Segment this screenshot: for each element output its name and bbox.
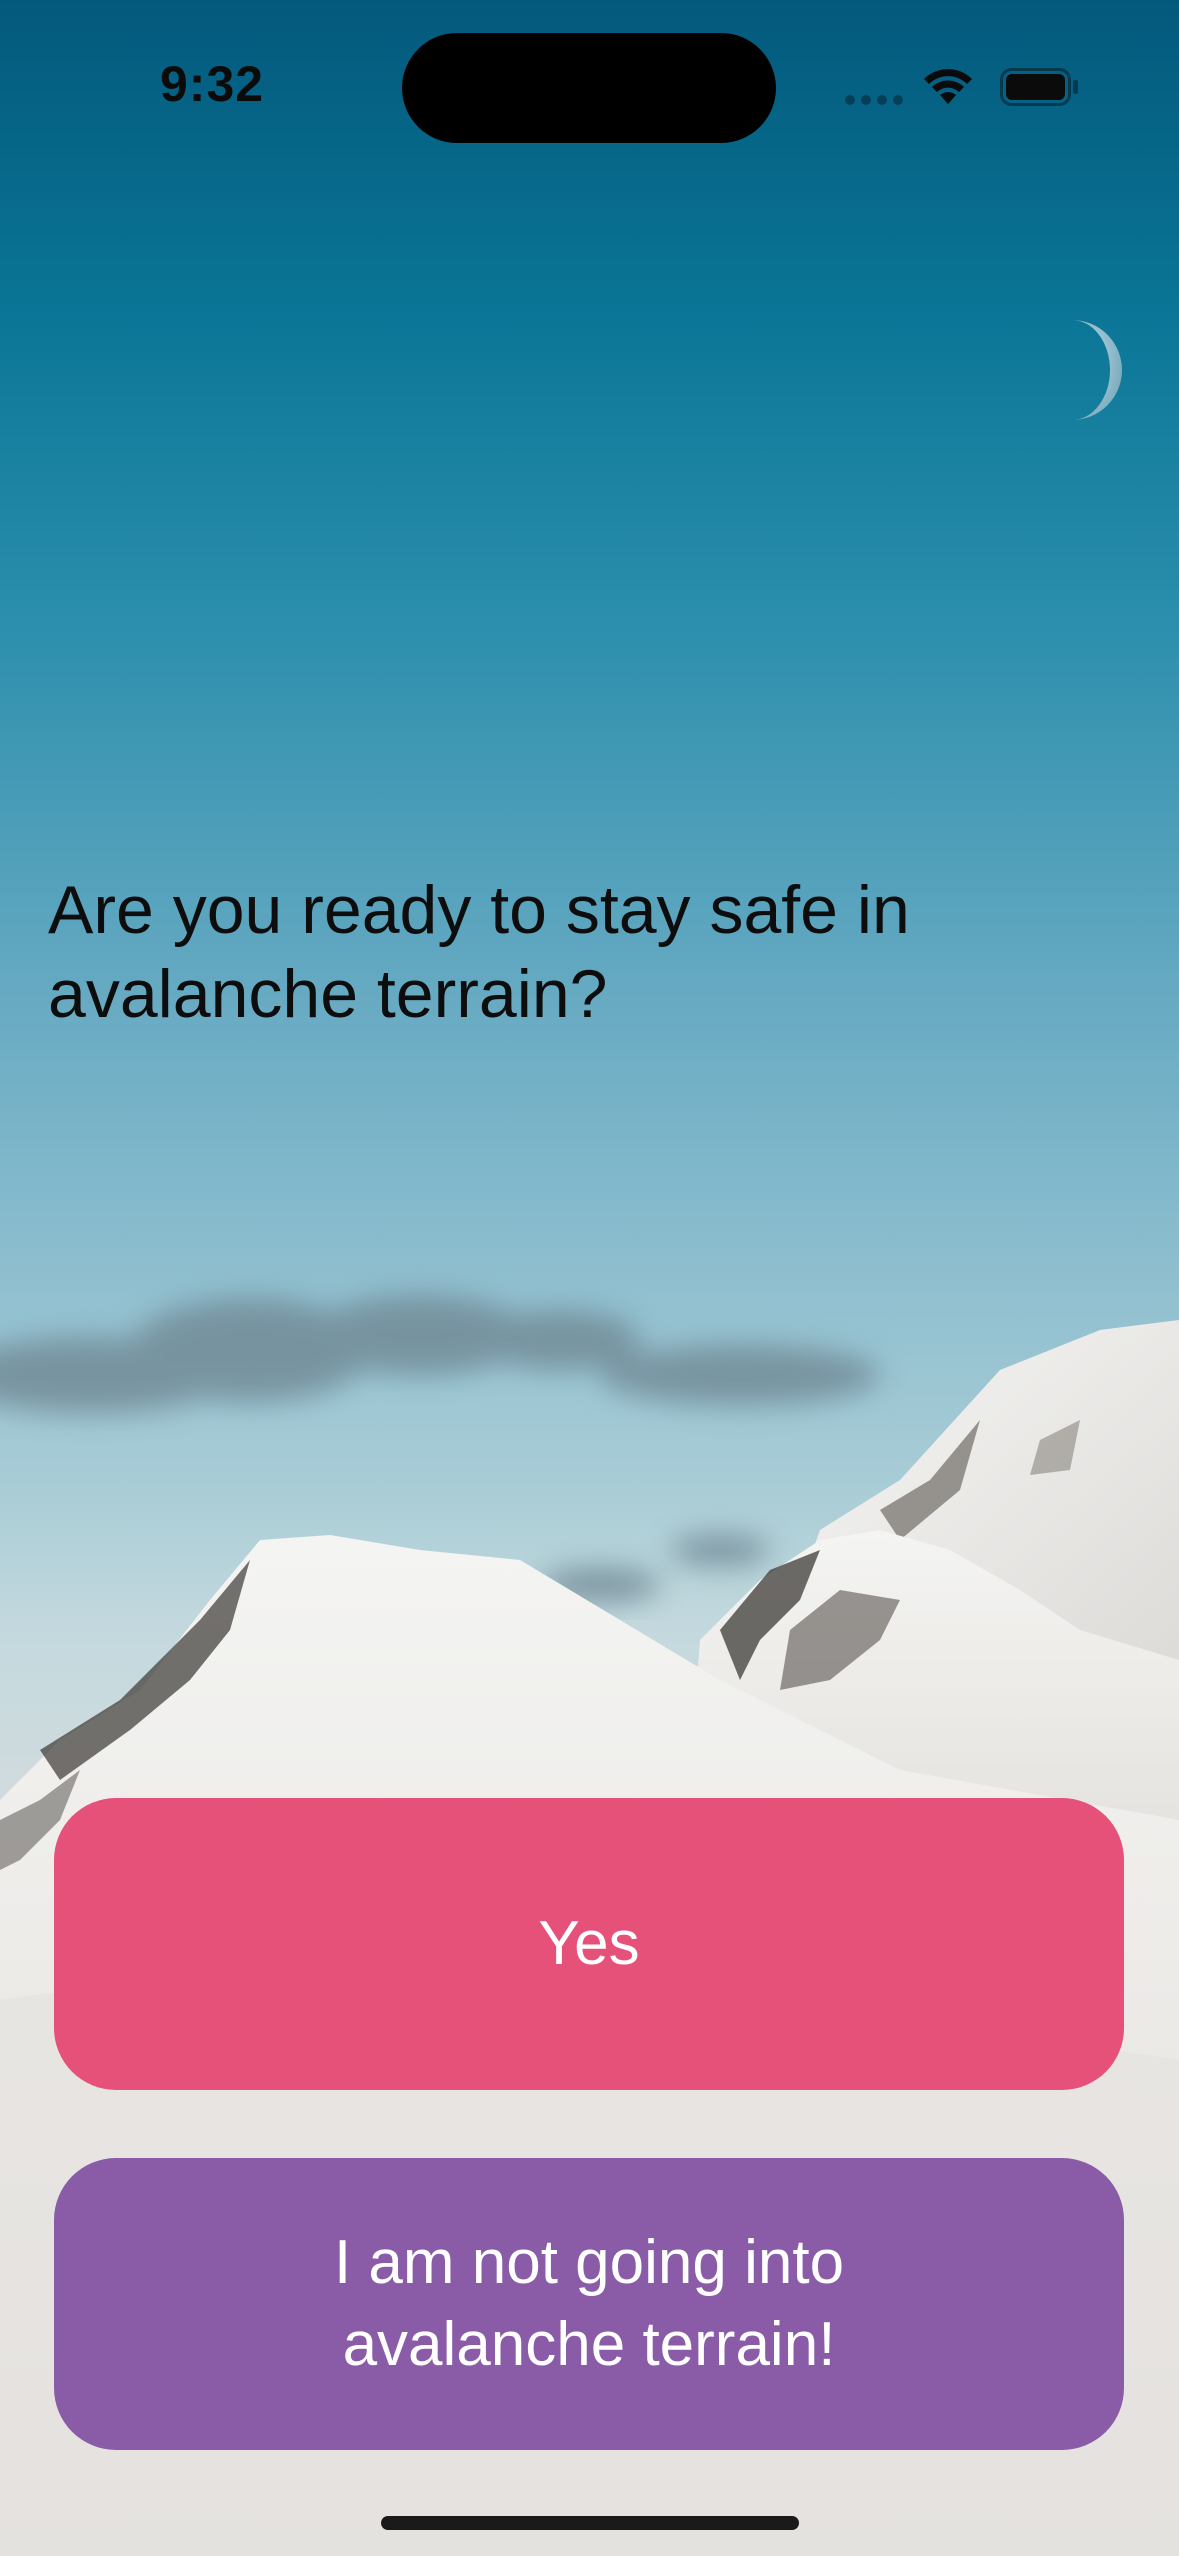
- dynamic-island: [402, 33, 776, 143]
- home-indicator[interactable]: [381, 2516, 799, 2530]
- wifi-icon: [924, 69, 972, 104]
- yes-button[interactable]: Yes: [54, 1798, 1124, 2090]
- not-going-button[interactable]: I am not going into avalanche terrain!: [54, 2158, 1124, 2450]
- status-time: 9:32: [160, 56, 265, 112]
- cellular-signal-icon: [845, 95, 905, 105]
- safety-question: Are you ready to stay safe in avalanche …: [48, 872, 910, 1032]
- status-bar: 9:32: [0, 0, 1179, 170]
- not-going-button-label: I am not going into avalanche terrain!: [333, 2228, 845, 2379]
- yes-button-label: Yes: [538, 1909, 640, 1978]
- moon-image: [1072, 320, 1122, 420]
- onboarding-screen: 9:32 Are you ready to stay safe in avala…: [0, 0, 1179, 2556]
- battery-icon: [1000, 68, 1078, 106]
